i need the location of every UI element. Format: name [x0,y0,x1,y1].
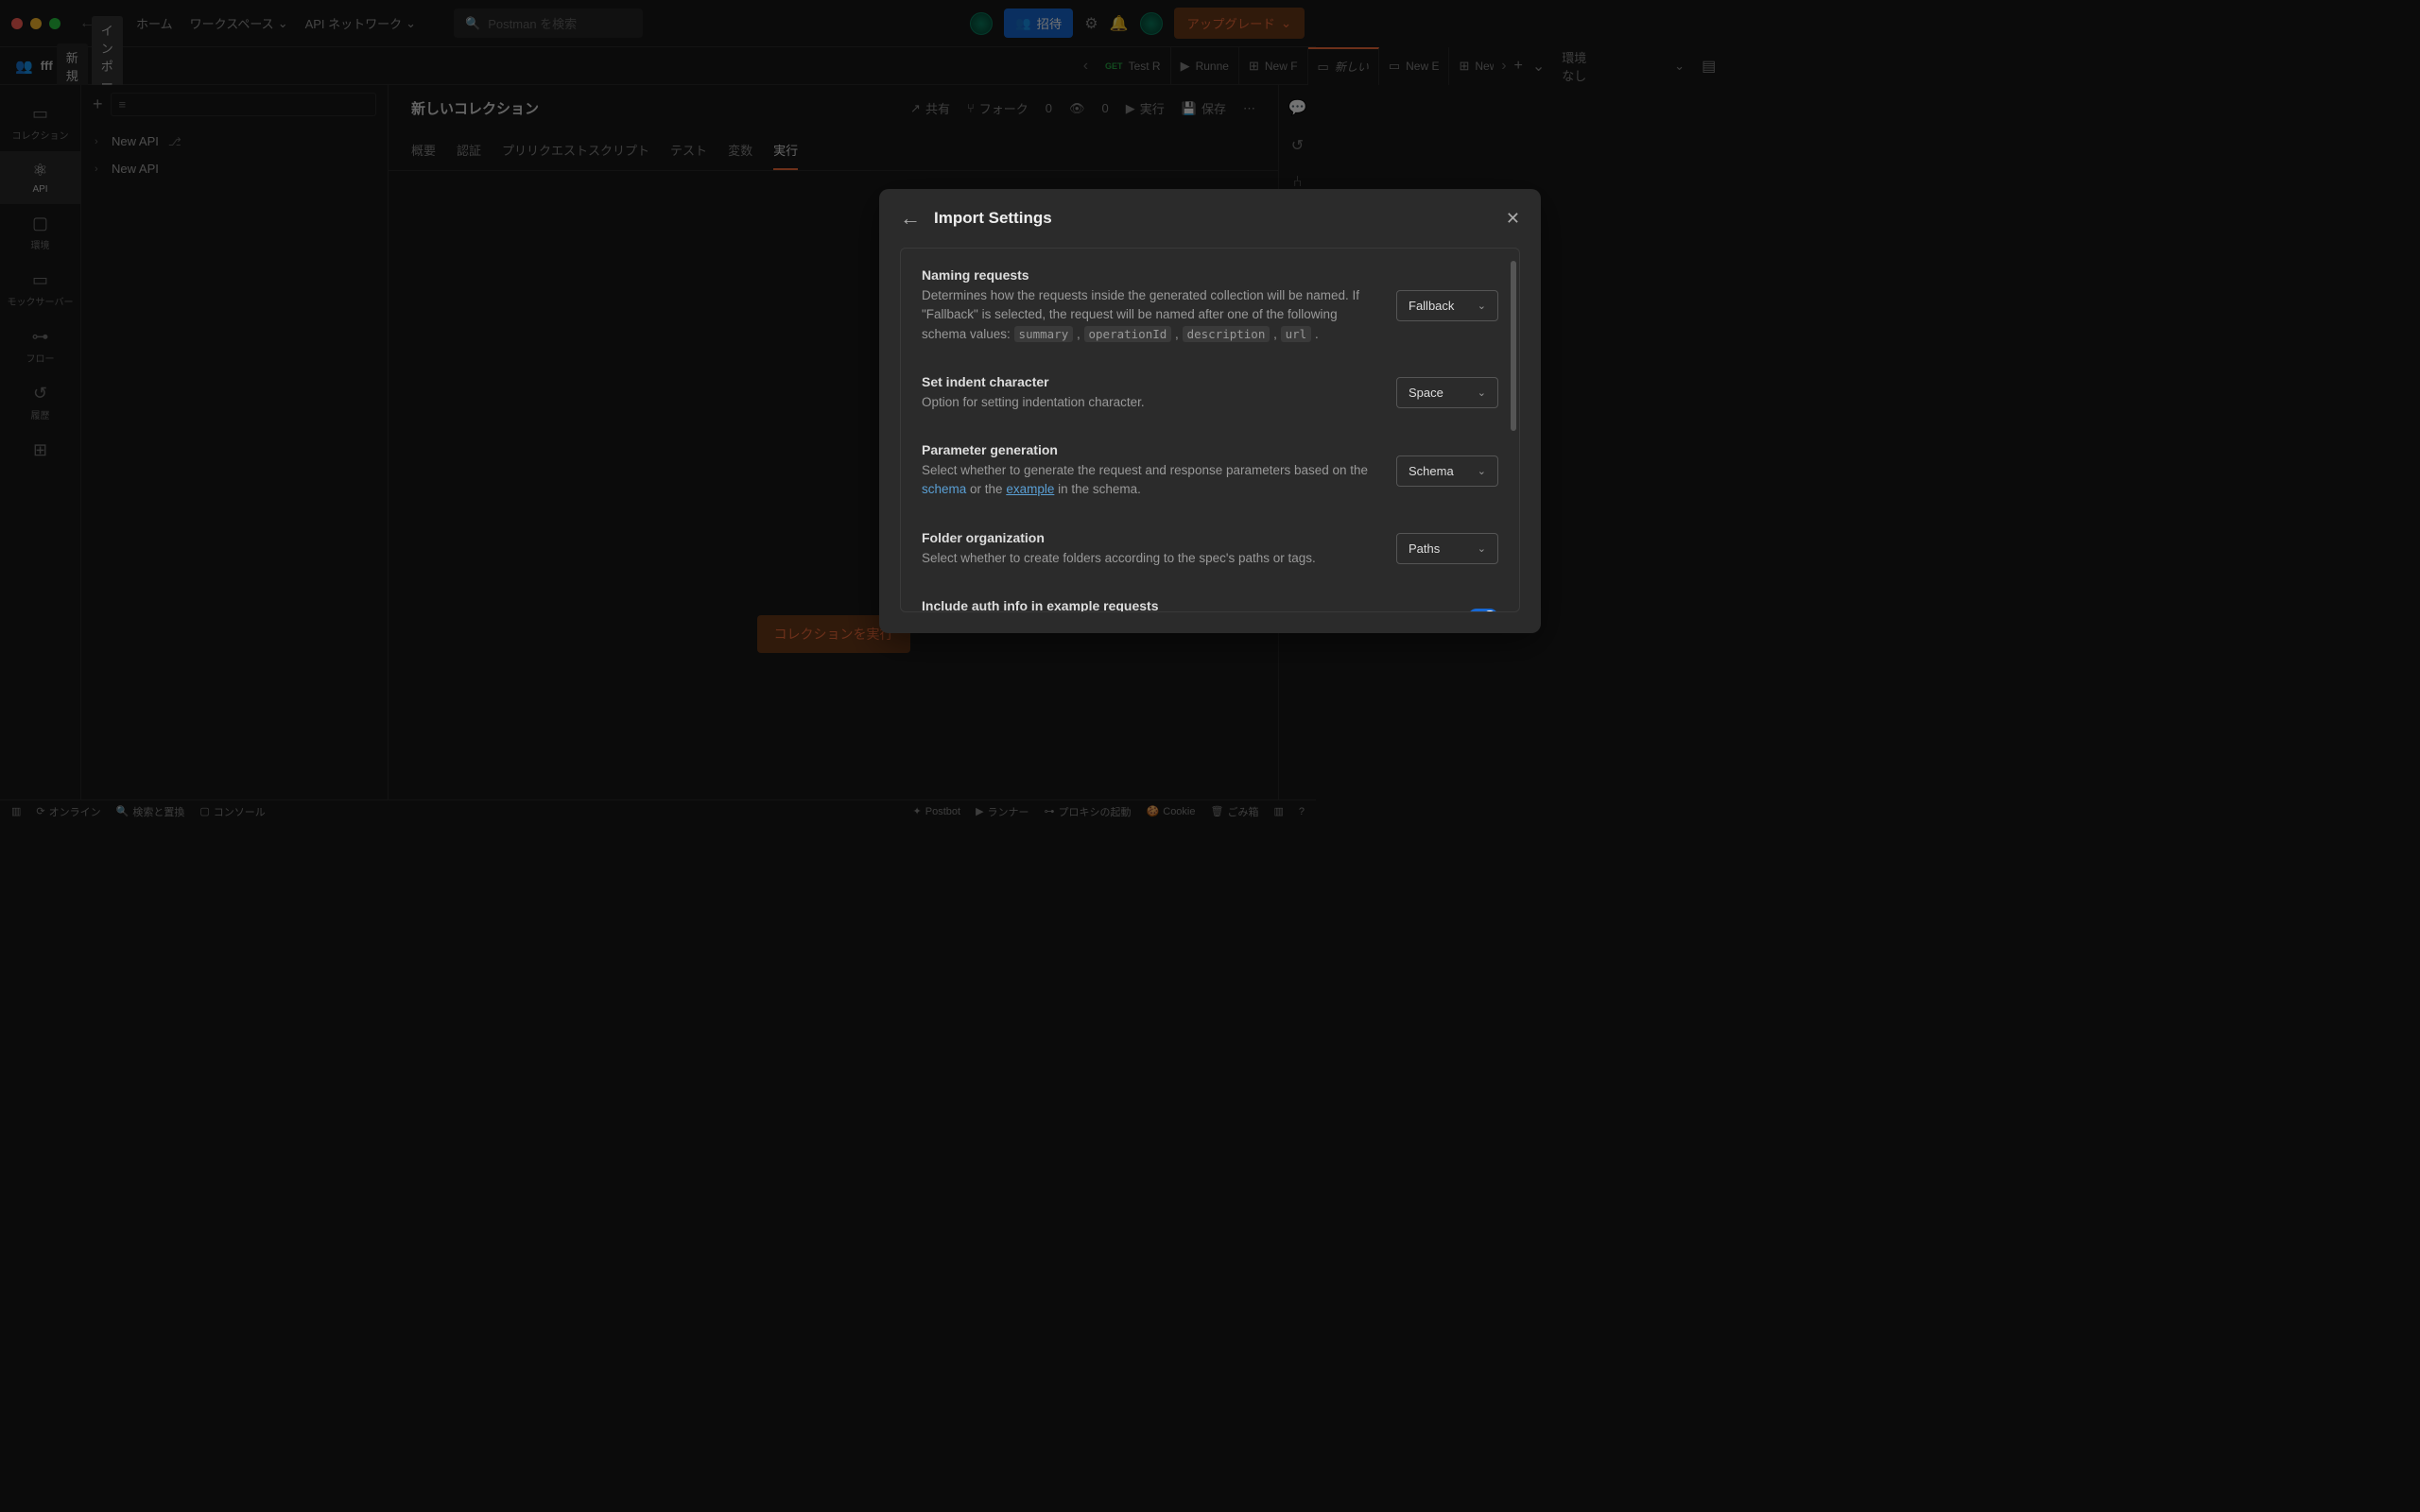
param-gen-dropdown[interactable]: Schema⌄ [1396,455,1498,487]
folder-org-dropdown[interactable]: Paths⌄ [1396,533,1498,564]
setting-desc: Determines how the requests inside the g… [922,286,1377,344]
setting-desc: Option for setting indentation character… [922,393,1377,412]
setting-folder-org: Folder organization Select whether to cr… [922,515,1498,583]
chevron-down-icon: ⌄ [1478,387,1486,399]
setting-title: Parameter generation [922,442,1377,457]
setting-title: Include auth info in example requests [922,598,1449,612]
example-link[interactable]: example [1006,482,1054,496]
schema-link[interactable]: schema [922,482,966,496]
setting-param-gen: Parameter generation Select whether to g… [922,427,1498,515]
naming-dropdown[interactable]: Fallback⌄ [1396,290,1498,321]
chevron-down-icon: ⌄ [1478,300,1486,312]
modal-back-icon[interactable]: ← [900,206,921,231]
chevron-down-icon: ⌄ [1478,465,1486,477]
setting-desc: Select whether to generate the request a… [922,461,1377,500]
modal-title: Import Settings [934,209,1052,228]
setting-include-auth: Include auth info in example requests Se… [922,583,1498,612]
setting-indent: Set indent character Option for setting … [922,359,1498,427]
modal-scrollbar[interactable] [1511,261,1516,431]
chevron-down-icon: ⌄ [1478,542,1486,555]
setting-title: Folder organization [922,530,1377,545]
indent-dropdown[interactable]: Space⌄ [1396,377,1498,408]
setting-desc: Select whether to create folders accordi… [922,549,1377,568]
include-auth-toggle[interactable] [1468,609,1498,612]
setting-title: Naming requests [922,267,1377,283]
setting-title: Set indent character [922,374,1377,389]
modal-close-icon[interactable]: ✕ [1506,209,1520,229]
import-settings-modal: ← Import Settings ✕ Naming requests Dete… [879,189,1541,633]
setting-naming-requests: Naming requests Determines how the reque… [922,252,1498,359]
